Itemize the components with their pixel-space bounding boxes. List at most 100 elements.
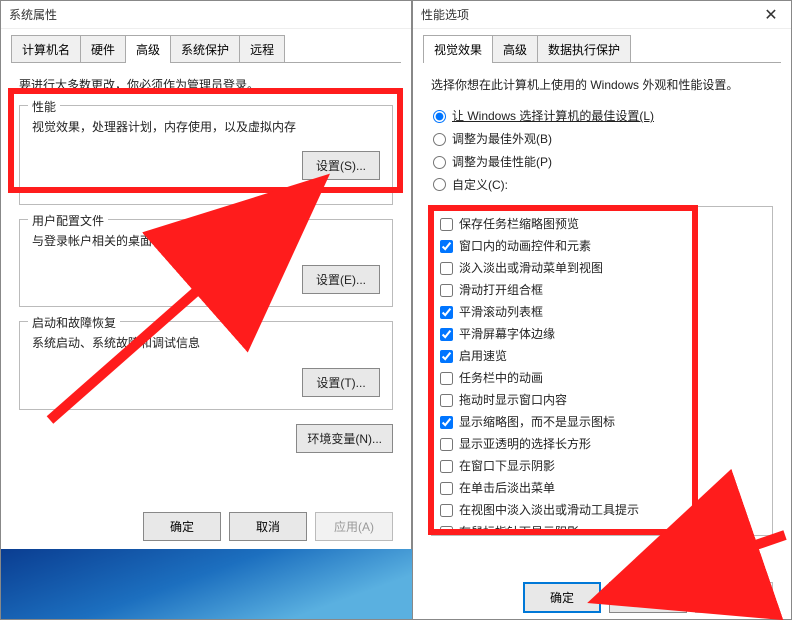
group-user-profiles: 用户配置文件 与登录帐户相关的桌面设置 设置(E)... — [19, 219, 393, 307]
performance-options-dialog: 性能选项 ✕ 视觉效果 高级 数据执行保护 选择你想在此计算机上使用的 Wind… — [412, 0, 792, 620]
radio-input-0[interactable] — [433, 110, 446, 123]
group-startup-recovery: 启动和故障恢复 系统启动、系统故障和调试信息 设置(T)... — [19, 321, 393, 409]
radio-input-3[interactable] — [433, 178, 446, 191]
checkbox-4[interactable] — [440, 306, 453, 319]
check-item-1[interactable]: 窗口内的动画控件和元素 — [436, 235, 768, 257]
checkbox-14[interactable] — [440, 526, 453, 537]
tabs-left: 计算机名 硬件 高级 系统保护 远程 — [1, 29, 411, 63]
checklist-box[interactable]: 保存任务栏缩略图预览窗口内的动画控件和元素淡入淡出或滑动菜单到视图滑动打开组合框… — [431, 206, 773, 536]
checkbox-6[interactable] — [440, 350, 453, 363]
check-label-4: 平滑滚动列表框 — [459, 303, 543, 321]
tab-advanced[interactable]: 高级 — [125, 35, 171, 63]
check-label-12: 在单击后淡出菜单 — [459, 479, 555, 497]
titlebar-left: 系统属性 — [1, 1, 411, 29]
radio-label-2: 调整为最佳性能(P) — [452, 154, 552, 171]
close-button-right[interactable]: ✕ — [751, 1, 791, 29]
cancel-button-left[interactable]: 取消 — [229, 512, 307, 541]
settings-performance-button[interactable]: 设置(S)... — [302, 151, 380, 180]
check-item-0[interactable]: 保存任务栏缩略图预览 — [436, 213, 768, 235]
radio-list: 让 Windows 选择计算机的最佳设置(L) 调整为最佳外观(B) 调整为最佳… — [433, 105, 773, 196]
check-item-12[interactable]: 在单击后淡出菜单 — [436, 477, 768, 499]
check-label-0: 保存任务栏缩略图预览 — [459, 215, 579, 233]
apply-button-left[interactable]: 应用(A) — [315, 512, 393, 541]
check-item-3[interactable]: 滑动打开组合框 — [436, 279, 768, 301]
radio-custom[interactable]: 自定义(C): — [433, 174, 773, 197]
tab-computer-name[interactable]: 计算机名 — [11, 35, 81, 63]
tab-advanced-right[interactable]: 高级 — [492, 35, 538, 63]
desc-startup-recovery: 系统启动、系统故障和调试信息 — [32, 334, 380, 353]
check-item-14[interactable]: 在鼠标指针下显示阴影 — [436, 521, 768, 536]
radio-label-3: 自定义(C): — [452, 177, 508, 194]
check-item-10[interactable]: 显示亚透明的选择长方形 — [436, 433, 768, 455]
env-vars-row: 环境变量(N)... — [19, 424, 393, 453]
checkbox-2[interactable] — [440, 262, 453, 275]
check-label-11: 在窗口下显示阴影 — [459, 457, 555, 475]
check-item-11[interactable]: 在窗口下显示阴影 — [436, 455, 768, 477]
check-label-9: 显示缩略图，而不是显示图标 — [459, 413, 615, 431]
checkbox-3[interactable] — [440, 284, 453, 297]
tab-visual-effects[interactable]: 视觉效果 — [423, 35, 493, 63]
radio-label-0: 让 Windows 选择计算机的最佳设置(L) — [452, 108, 654, 125]
check-item-9[interactable]: 显示缩略图，而不是显示图标 — [436, 411, 768, 433]
checkbox-8[interactable] — [440, 394, 453, 407]
check-label-7: 任务栏中的动画 — [459, 369, 543, 387]
body-left: 要进行大多数更改，你必须作为管理员登录。 性能 视觉效果，处理器计划，内存使用，… — [1, 64, 411, 473]
check-label-13: 在视图中淡入淡出或滑动工具提示 — [459, 501, 639, 519]
radio-best-performance[interactable]: 调整为最佳性能(P) — [433, 151, 773, 174]
checkbox-5[interactable] — [440, 328, 453, 341]
checkbox-1[interactable] — [440, 240, 453, 253]
check-label-14: 在鼠标指针下显示阴影 — [459, 523, 579, 536]
checkbox-10[interactable] — [440, 438, 453, 451]
check-label-10: 显示亚透明的选择长方形 — [459, 435, 591, 453]
desc-performance: 视觉效果，处理器计划，内存使用，以及虚拟内存 — [32, 118, 380, 137]
ok-button-left[interactable]: 确定 — [143, 512, 221, 541]
check-label-6: 启用速览 — [459, 347, 507, 365]
ok-button-right[interactable]: 确定 — [523, 582, 601, 613]
check-label-8: 拖动时显示窗口内容 — [459, 391, 567, 409]
settings-startup-recovery-button[interactable]: 设置(T)... — [302, 368, 380, 397]
check-item-6[interactable]: 启用速览 — [436, 345, 768, 367]
group-performance: 性能 视觉效果，处理器计划，内存使用，以及虚拟内存 设置(S)... — [19, 105, 393, 205]
settings-user-profiles-button[interactable]: 设置(E)... — [302, 265, 380, 294]
close-icon: ✕ — [764, 5, 777, 25]
perf-instruction: 选择你想在此计算机上使用的 Windows 外观和性能设置。 — [431, 76, 773, 95]
radio-input-2[interactable] — [433, 156, 446, 169]
cancel-button-right[interactable]: 取消 — [609, 582, 687, 613]
system-properties-dialog: 系统属性 计算机名 硬件 高级 系统保护 远程 要进行大多数更改，你必须作为管理… — [0, 0, 412, 620]
apply-button-right[interactable]: 应用(A) — [695, 582, 773, 613]
check-item-13[interactable]: 在视图中淡入淡出或滑动工具提示 — [436, 499, 768, 521]
bottom-buttons-left: 确定 取消 应用(A) — [143, 512, 393, 541]
check-item-5[interactable]: 平滑屏幕字体边缘 — [436, 323, 768, 345]
tabs-right: 视觉效果 高级 数据执行保护 — [413, 29, 791, 63]
window-title-left: 系统属性 — [9, 6, 57, 23]
legend-startup-recovery: 启动和故障恢复 — [28, 314, 120, 331]
legend-performance: 性能 — [28, 98, 60, 115]
radio-let-windows-choose[interactable]: 让 Windows 选择计算机的最佳设置(L) — [433, 105, 773, 128]
checkbox-9[interactable] — [440, 416, 453, 429]
tab-remote[interactable]: 远程 — [239, 35, 285, 63]
radio-best-appearance[interactable]: 调整为最佳外观(B) — [433, 128, 773, 151]
checkbox-0[interactable] — [440, 218, 453, 231]
desc-user-profiles: 与登录帐户相关的桌面设置 — [32, 232, 380, 251]
bottom-buttons-right: 确定 取消 应用(A) — [523, 582, 773, 613]
tab-dep[interactable]: 数据执行保护 — [537, 35, 631, 63]
check-label-5: 平滑屏幕字体边缘 — [459, 325, 555, 343]
check-item-8[interactable]: 拖动时显示窗口内容 — [436, 389, 768, 411]
checkbox-11[interactable] — [440, 460, 453, 473]
titlebar-right: 性能选项 ✕ — [413, 1, 791, 29]
check-label-1: 窗口内的动画控件和元素 — [459, 237, 591, 255]
checkbox-13[interactable] — [440, 504, 453, 517]
check-label-2: 淡入淡出或滑动菜单到视图 — [459, 259, 603, 277]
tab-hardware[interactable]: 硬件 — [80, 35, 126, 63]
checkbox-7[interactable] — [440, 372, 453, 385]
check-item-4[interactable]: 平滑滚动列表框 — [436, 301, 768, 323]
check-item-7[interactable]: 任务栏中的动画 — [436, 367, 768, 389]
radio-input-1[interactable] — [433, 133, 446, 146]
window-title-right: 性能选项 — [421, 6, 469, 23]
legend-user-profiles: 用户配置文件 — [28, 212, 108, 229]
check-item-2[interactable]: 淡入淡出或滑动菜单到视图 — [436, 257, 768, 279]
checkbox-12[interactable] — [440, 482, 453, 495]
radio-label-1: 调整为最佳外观(B) — [452, 131, 552, 148]
tab-system-protection[interactable]: 系统保护 — [170, 35, 240, 63]
env-vars-button[interactable]: 环境变量(N)... — [296, 424, 393, 453]
